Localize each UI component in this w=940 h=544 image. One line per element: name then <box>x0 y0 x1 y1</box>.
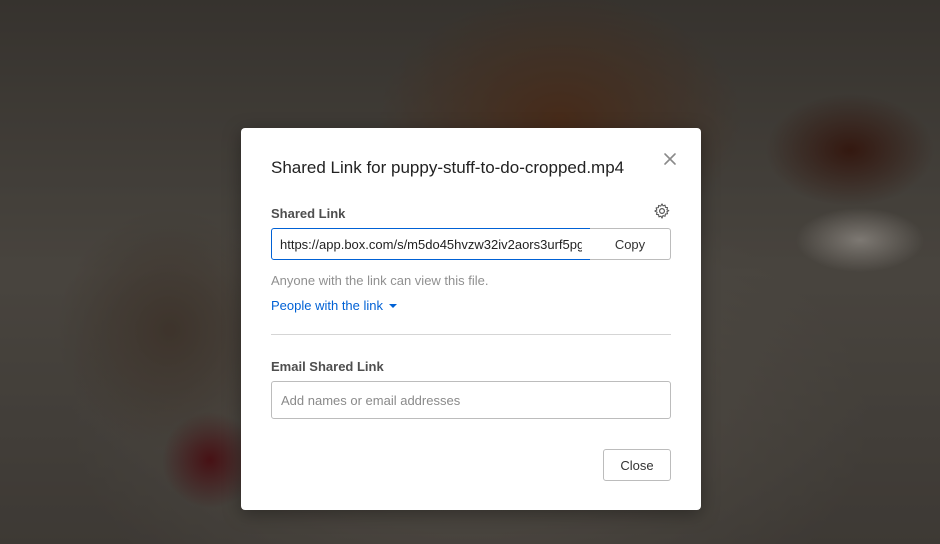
access-level-label: People with the link <box>271 298 384 313</box>
close-icon[interactable] <box>661 150 679 168</box>
shared-link-url-input[interactable] <box>271 228 591 260</box>
caret-down-icon <box>389 303 398 308</box>
email-shared-link-label: Email Shared Link <box>271 359 384 374</box>
email-recipients-input[interactable] <box>271 381 671 419</box>
close-button[interactable]: Close <box>603 449 671 481</box>
shared-link-modal: Shared Link for puppy-stuff-to-do-croppe… <box>241 128 701 510</box>
gear-icon[interactable] <box>653 202 671 220</box>
access-description: Anyone with the link can view this file. <box>271 273 489 288</box>
access-level-dropdown[interactable]: People with the link <box>271 298 398 313</box>
modal-title: Shared Link for puppy-stuff-to-do-croppe… <box>271 158 625 177</box>
section-divider <box>271 334 671 335</box>
shared-link-label: Shared Link <box>271 206 346 221</box>
copy-button[interactable]: Copy <box>590 228 671 260</box>
